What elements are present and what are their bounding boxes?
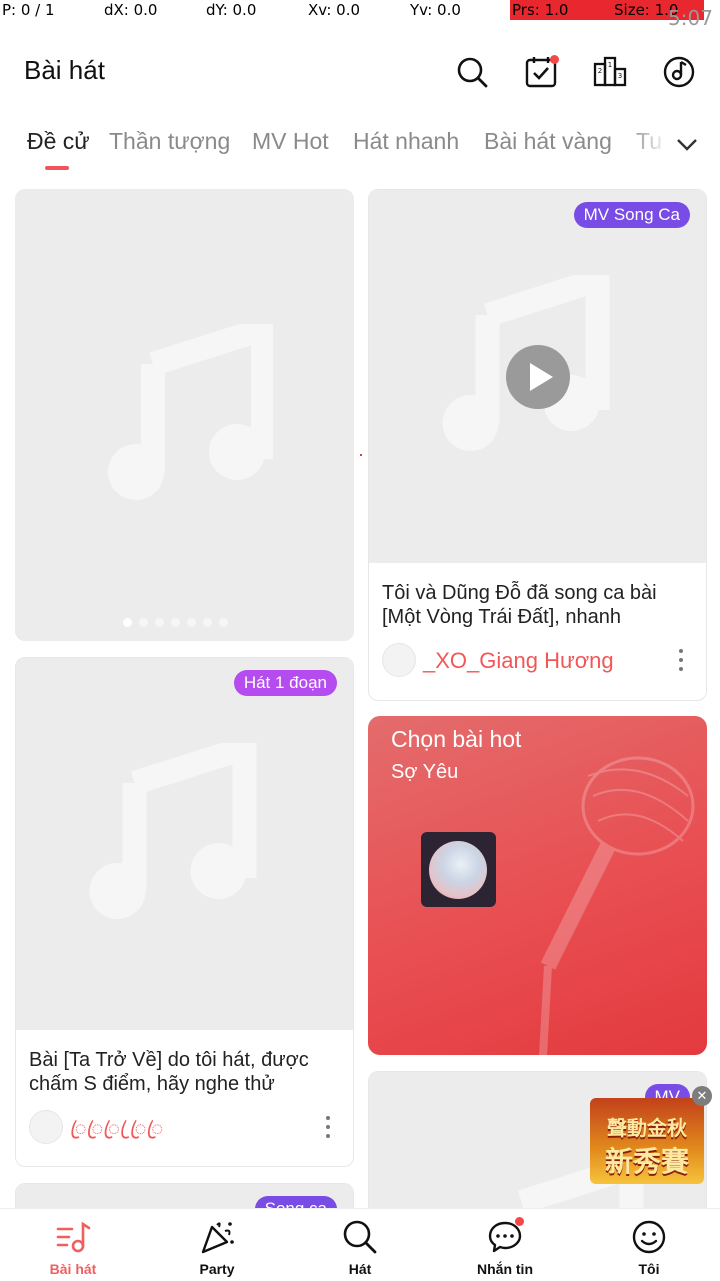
nav-label: Tôi — [638, 1261, 660, 1277]
page-dot[interactable] — [171, 618, 180, 627]
video-thumbnail — [369, 190, 706, 563]
promo-line-2: 新秀賽 — [604, 1145, 689, 1178]
microphone-icon — [539, 756, 695, 1055]
hot-song-card[interactable]: Chọn bài hot Sợ Yêu — [368, 716, 707, 1055]
delta-y: dY: 0.0 — [206, 1, 257, 19]
nav-label: Hát — [348, 1261, 372, 1277]
user-name[interactable]: ꦿꦿꦿ ꦿꦿꦿ — [70, 1114, 163, 1154]
more-options-icon[interactable] — [323, 1116, 333, 1142]
page-title: Bài hát — [24, 55, 105, 85]
type-badge: MV Song Ca — [573, 202, 690, 228]
leaderboard-icon[interactable]: 12 3 — [592, 54, 628, 90]
nav-party[interactable]: Party — [167, 1209, 267, 1281]
song-caption: Bài [Ta Trở Về] do tôi hát, được chấm S … — [29, 1049, 309, 1095]
tab-hat-nhanh[interactable]: Hát nhanh — [353, 128, 459, 155]
banner-card[interactable] — [15, 189, 354, 641]
play-icon[interactable] — [505, 344, 571, 410]
notification-dot — [550, 55, 559, 64]
hot-title: Chọn bài hot — [391, 726, 522, 752]
promo-banner[interactable]: 聲動金秋 新秀賽 — [590, 1098, 704, 1184]
search-icon[interactable] — [454, 54, 490, 90]
pressure: Prs: 1.0 — [512, 1, 569, 19]
nav-label: Bài hát — [49, 1261, 97, 1277]
nav-label: Nhắn tin — [477, 1261, 533, 1277]
song-card-solo[interactable]: Hát 1 đoạn Bài [Ta Trở Về] do tôi hát, đ… — [15, 657, 354, 1167]
page-dot[interactable] — [187, 618, 196, 627]
category-tabs: Đề cử Thần tượng MV Hot Hát nhanh Bài há… — [0, 120, 720, 174]
nav-nhan-tin[interactable]: Nhắn tin — [455, 1209, 555, 1281]
active-tab-indicator — [45, 166, 69, 170]
user-name[interactable]: _XO_Giang Hương — [423, 648, 614, 674]
nav-label: Party — [199, 1261, 235, 1277]
nav-toi[interactable]: Tôi — [599, 1209, 699, 1281]
svg-text:2: 2 — [598, 67, 602, 75]
velocity-x: Xv: 0.0 — [308, 1, 361, 19]
avatar[interactable] — [29, 1110, 63, 1144]
svg-text:1: 1 — [608, 61, 612, 69]
bottom-navigation: Bài hát Party Hát Nhắn tin Tôi — [0, 1208, 720, 1280]
app-header: Bài hát 12 3 — [0, 40, 720, 104]
notification-dot — [515, 1217, 524, 1226]
music-disc-icon[interactable] — [661, 54, 697, 90]
search-sing-icon — [343, 1220, 377, 1254]
tab-than-tuong[interactable]: Thần tượng — [109, 128, 230, 155]
promo-line-1: 聲動金秋 — [607, 1116, 687, 1140]
more-options-icon[interactable] — [676, 649, 686, 675]
svg-text:3: 3 — [618, 72, 622, 80]
page-dot[interactable] — [219, 618, 228, 627]
clock: 5:07 — [668, 6, 713, 30]
song-list-icon — [56, 1221, 91, 1253]
nav-hat[interactable]: Hát — [310, 1209, 410, 1281]
page-dot[interactable] — [123, 618, 132, 627]
smiley-face-icon — [632, 1220, 666, 1254]
delta-x: dX: 0.0 — [104, 1, 158, 19]
pointer-count: P: 0 / 1 — [2, 1, 55, 19]
song-caption: Tôi và Dũng Đỗ đã song ca bài [Một Vòng … — [382, 582, 657, 628]
nav-bai-hat[interactable]: Bài hát — [23, 1209, 123, 1281]
song-cover[interactable] — [421, 832, 496, 907]
video-thumbnail — [16, 658, 353, 1030]
party-popper-icon — [201, 1222, 234, 1254]
banner-pagination — [123, 614, 235, 627]
tab-de-cu[interactable]: Đề cử — [27, 128, 90, 155]
song-card-mv[interactable]: MV Song Ca Tôi và Dũng Đỗ đã song ca bài… — [368, 189, 707, 701]
page-dot[interactable] — [203, 618, 212, 627]
page-dot[interactable] — [155, 618, 164, 627]
hot-song-name: Sợ Yêu — [391, 761, 459, 783]
task-check-icon[interactable] — [523, 54, 559, 90]
close-icon[interactable]: ✕ — [692, 1086, 712, 1106]
type-badge: Hát 1 đoạn — [233, 670, 337, 696]
avatar[interactable] — [382, 643, 416, 677]
tab-bai-hat-vang[interactable]: Bài hát vàng — [484, 128, 612, 155]
status-bar: P: 0 / 1 dX: 0.0 dY: 0.0 Xv: 0.0 Yv: 0.0… — [0, 0, 720, 30]
music-note-icon — [108, 324, 273, 500]
stray-dot — [360, 454, 362, 456]
music-note-icon — [89, 743, 257, 919]
banner-placeholder — [15, 189, 354, 641]
page-dot[interactable] — [139, 618, 148, 627]
velocity-y: Yv: 0.0 — [410, 1, 461, 19]
tab-mv-hot[interactable]: MV Hot — [252, 128, 329, 155]
chevron-down-icon[interactable] — [674, 132, 700, 158]
